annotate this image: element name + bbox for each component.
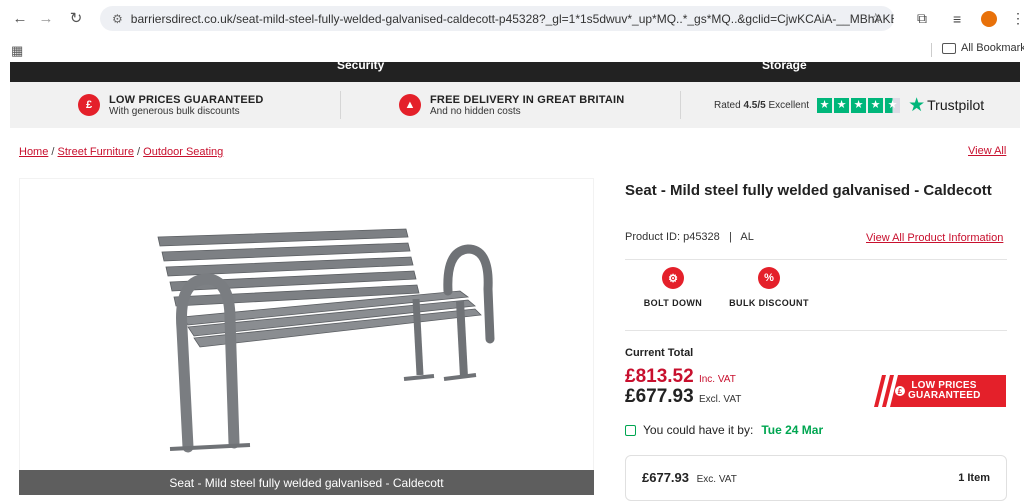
folder-icon — [942, 42, 956, 54]
bolt-down-icon: ⚙ — [662, 267, 684, 289]
category-nav: Security Storage — [10, 62, 1020, 82]
star-icon: ★ — [851, 97, 867, 113]
usp-free-delivery: ▲ FREE DELIVERY IN GREAT BRITAIN And no … — [399, 82, 624, 128]
price-ex-vat: £677.93 Excl. VAT — [625, 386, 741, 408]
breadcrumb-separator: / — [51, 146, 55, 158]
low-prices-badge: £ LOW PRICES GUARANTEED — [870, 375, 1006, 407]
calendar-icon — [625, 424, 636, 436]
rating-word: Excellent — [768, 99, 810, 111]
trustpilot-star-icon: ★ — [908, 94, 926, 116]
summary-items: 1 Item — [958, 472, 990, 484]
nav-item-storage[interactable]: Storage — [762, 62, 807, 72]
url-text: barriersdirect.co.uk/seat-mild-steel-ful… — [130, 11, 894, 26]
menu-dots-icon[interactable]: ⋮ — [1011, 6, 1024, 31]
divider — [625, 330, 1007, 331]
feature-label: BOLT DOWN — [643, 298, 703, 308]
bookmarks-divider — [931, 43, 932, 57]
half-star-icon: ★ — [885, 97, 901, 113]
usp-title: LOW PRICES GUARANTEED — [109, 93, 264, 106]
price-tag-icon: £ — [78, 94, 100, 116]
view-product-info-link[interactable]: View All Product Information — [866, 232, 1003, 244]
apps-grid-icon[interactable]: ▦ — [11, 43, 23, 59]
price-summary-box: £677.93 Exc. VAT 1 Item — [625, 455, 1007, 501]
current-total-label: Current Total — [625, 347, 694, 359]
browser-toolbar: ← → ↻ ⚙ barriersdirect.co.uk/seat-mild-s… — [0, 0, 1024, 36]
summary-vat-label: Exc. VAT — [696, 474, 737, 485]
forward-arrow-icon[interactable]: → — [35, 7, 57, 29]
bookmarks-bar — [0, 36, 1024, 62]
usp-bar: £ LOW PRICES GUARANTEED With generous bu… — [10, 82, 1020, 128]
breadcrumb: Home / Street Furniture / Outdoor Seatin… — [19, 146, 223, 158]
badge-line-2: GUARANTEED — [908, 390, 981, 401]
price-inc-value: £813.52 — [625, 366, 694, 387]
breadcrumb-outdoor-seating[interactable]: Outdoor Seating — [143, 146, 223, 158]
price-ex-value: £677.93 — [625, 386, 694, 407]
site-settings-icon[interactable]: ⚙ — [112, 12, 123, 26]
breadcrumb-street-furniture[interactable]: Street Furniture — [58, 146, 134, 158]
star-icon: ★ — [817, 97, 833, 113]
delivery-icon: ▲ — [399, 94, 421, 116]
trustpilot-rating[interactable]: Rated 4.5/5 Excellent ★ ★ ★ ★ ★ ★ Trustp… — [714, 82, 984, 128]
product-id-label: Product ID: p45328 — [625, 231, 720, 243]
star-icon: ★ — [834, 97, 850, 113]
product-id: Product ID: p45328 | AL — [625, 231, 754, 243]
product-image[interactable] — [19, 178, 594, 495]
address-bar[interactable]: ⚙ barriersdirect.co.uk/seat-mild-steel-f… — [100, 6, 894, 31]
product-title: Seat - Mild steel fully welded galvanise… — [625, 182, 992, 199]
divider — [625, 259, 1007, 260]
delivery-date: Tue 24 Mar — [761, 423, 824, 437]
back-arrow-icon[interactable]: ← — [9, 7, 31, 29]
breadcrumb-home[interactable]: Home — [19, 146, 48, 158]
usp-divider — [680, 91, 681, 119]
profile-avatar[interactable] — [981, 6, 997, 31]
extensions-icon[interactable]: ⧉ — [917, 6, 927, 31]
all-bookmarks-label: All Bookmarks — [961, 42, 1024, 54]
price-inc-vat: £813.52 Inc. VAT — [625, 366, 736, 388]
breadcrumb-separator: / — [137, 146, 141, 158]
rated-prefix: Rated — [714, 99, 741, 111]
usp-subtitle: And no hidden costs — [430, 105, 521, 117]
trustpilot-logo-text: Trustpilot — [927, 97, 985, 113]
feature-label: BULK DISCOUNT — [729, 298, 809, 308]
star-icon: ★ — [868, 97, 884, 113]
summary-price-value: £677.93 — [642, 470, 689, 485]
usp-low-prices: £ LOW PRICES GUARANTEED With generous bu… — [78, 82, 264, 128]
product-brand-code: AL — [740, 231, 754, 243]
image-caption: Seat - Mild steel fully welded galvanise… — [19, 470, 594, 495]
delivery-label: You could have it by: — [643, 423, 754, 437]
trustpilot-stars: ★ ★ ★ ★ ★ — [817, 97, 901, 113]
nav-item-security[interactable]: Security — [337, 62, 384, 72]
bench-illustration — [157, 228, 495, 453]
rating-value: 4.5/5 — [743, 99, 766, 111]
reload-icon[interactable]: ↻ — [65, 7, 87, 29]
usp-subtitle: With generous bulk discounts — [109, 105, 240, 117]
summary-price: £677.93 Exc. VAT — [642, 470, 737, 485]
reading-list-icon[interactable]: ≡ — [953, 6, 961, 31]
delivery-estimate: You could have it by: Tue 24 Mar — [625, 423, 823, 437]
all-bookmarks-button[interactable]: All Bookmarks — [942, 42, 1024, 54]
percent-tag-icon: % — [758, 267, 780, 289]
view-all-link[interactable]: View All — [968, 145, 1006, 157]
bookmark-star-icon[interactable]: ☆ — [869, 10, 882, 27]
usp-divider — [340, 91, 341, 119]
badge-text: LOW PRICES GUARANTEED — [908, 381, 980, 401]
inc-vat-label: Inc. VAT — [698, 374, 736, 385]
usp-title: FREE DELIVERY IN GREAT BRITAIN — [430, 93, 625, 106]
svg-text:£: £ — [898, 387, 903, 396]
ex-vat-label: Excl. VAT — [698, 394, 742, 405]
trustpilot-logo: ★ Trustpilot — [908, 94, 984, 117]
feature-bolt-down: ⚙ BOLT DOWN — [641, 267, 705, 308]
feature-bulk-discount: % BULK DISCOUNT — [726, 267, 812, 308]
trustpilot-rated-text: Rated 4.5/5 Excellent — [714, 100, 809, 111]
product-id-separator: | — [728, 231, 732, 243]
